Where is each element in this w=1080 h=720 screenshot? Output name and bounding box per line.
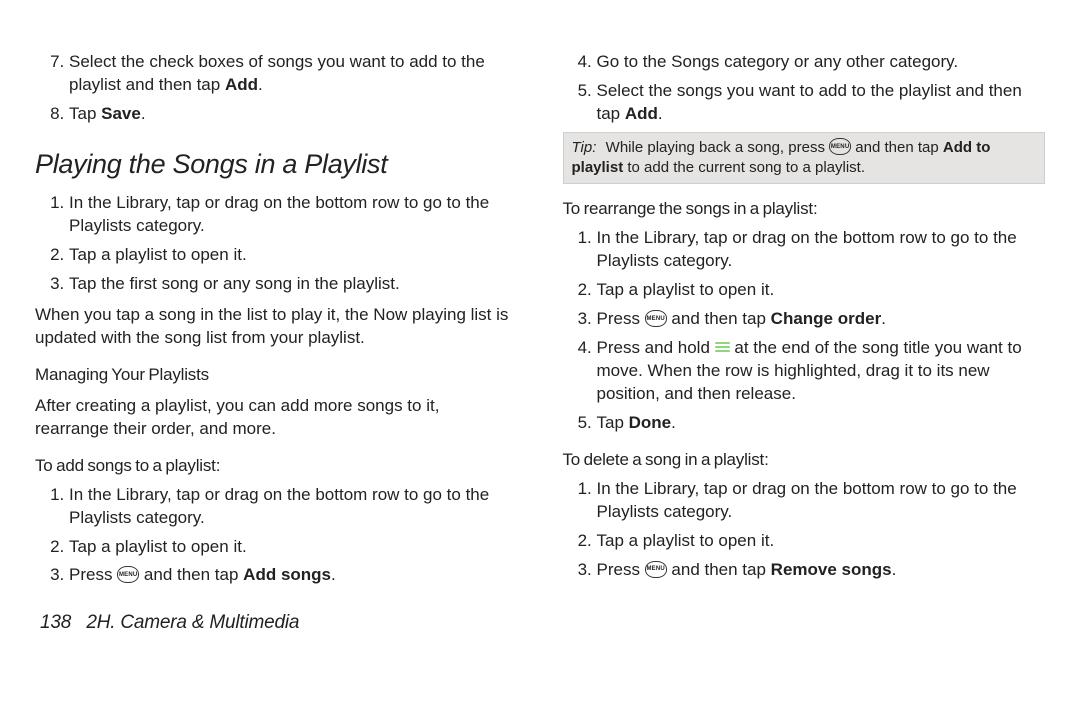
text: to add the current song to a playlist.	[623, 159, 865, 176]
add-songs-steps: In the Library, tap or drag on the botto…	[35, 484, 518, 588]
text: and then tap	[667, 309, 771, 328]
re-step-4: Press and hold at the end of the song ti…	[597, 337, 1046, 406]
menu-icon: MENU	[645, 561, 667, 578]
rearrange-heading: To rearrange the songs in a playlist:	[563, 198, 1046, 221]
tip-label: Tip:	[572, 138, 602, 158]
tip-box: Tip: While playing back a song, press ME…	[563, 132, 1046, 185]
text: Press	[597, 309, 645, 328]
add-step-5: Select the songs you want to add to the …	[597, 80, 1046, 126]
bold: Add songs	[243, 565, 331, 584]
text: and then tap	[667, 560, 771, 579]
add-songs-heading: To add songs to a playlist:	[35, 455, 518, 478]
text: Press	[597, 560, 645, 579]
text: Select the check boxes of songs you want…	[69, 52, 485, 94]
text: Press	[69, 565, 117, 584]
menu-icon: MENU	[829, 138, 851, 155]
managing-heading: Managing Your Playlists	[35, 364, 518, 387]
bold: Done	[629, 413, 672, 432]
managing-para: After creating a playlist, you can add m…	[35, 395, 518, 441]
delete-steps: In the Library, tap or drag on the botto…	[563, 478, 1046, 582]
section-title: 2H. Camera & Multimedia	[86, 612, 299, 633]
drag-handle-icon	[715, 340, 730, 354]
delete-heading: To delete a song in a playlist:	[563, 449, 1046, 472]
text: .	[671, 413, 676, 432]
steps-continued: Select the check boxes of songs you want…	[35, 51, 518, 126]
bold: Remove songs	[771, 560, 892, 579]
rearrange-steps: In the Library, tap or drag on the botto…	[563, 227, 1046, 435]
page-footer: 138 2H. Camera & Multimedia	[0, 610, 1080, 636]
playing-steps: In the Library, tap or drag on the botto…	[35, 192, 518, 296]
text: Press and hold	[597, 338, 715, 357]
text: Tap	[69, 104, 101, 123]
menu-icon: MENU	[645, 310, 667, 327]
text: and then tap	[851, 139, 943, 156]
text: .	[141, 104, 146, 123]
page-body: Select the check boxes of songs you want…	[0, 0, 1080, 610]
re-step-5: Tap Done.	[597, 412, 1046, 435]
play-step-3: Tap the first song or any song in the pl…	[69, 273, 518, 296]
text: While playing back a song, press	[606, 139, 829, 156]
text: and then tap	[139, 565, 243, 584]
del-step-1: In the Library, tap or drag on the botto…	[597, 478, 1046, 524]
bold: Save	[101, 104, 141, 123]
re-step-3: Press MENU and then tap Change order.	[597, 308, 1046, 331]
text: .	[258, 75, 263, 94]
text: .	[658, 104, 663, 123]
del-step-3: Press MENU and then tap Remove songs.	[597, 559, 1046, 582]
add-step-1: In the Library, tap or drag on the botto…	[69, 484, 518, 530]
now-playing-note: When you tap a song in the list to play …	[35, 304, 518, 350]
add-step-4: Go to the Songs category or any other ca…	[597, 51, 1046, 74]
heading-playing-songs: Playing the Songs in a Playlist	[35, 146, 518, 182]
text: .	[892, 560, 897, 579]
re-step-2: Tap a playlist to open it.	[597, 279, 1046, 302]
bold: Add	[625, 104, 658, 123]
text: .	[881, 309, 886, 328]
add-step-3: Press MENU and then tap Add songs.	[69, 564, 518, 587]
play-step-2: Tap a playlist to open it.	[69, 244, 518, 267]
bold: Add	[225, 75, 258, 94]
del-step-2: Tap a playlist to open it.	[597, 530, 1046, 553]
play-step-1: In the Library, tap or drag on the botto…	[69, 192, 518, 238]
add-step-2: Tap a playlist to open it.	[69, 536, 518, 559]
text: Tap	[597, 413, 629, 432]
menu-icon: MENU	[117, 566, 139, 583]
left-column: Select the check boxes of songs you want…	[35, 45, 518, 570]
page-number: 138	[40, 612, 71, 633]
re-step-1: In the Library, tap or drag on the botto…	[597, 227, 1046, 273]
text: .	[331, 565, 336, 584]
step-8: Tap Save.	[69, 103, 518, 126]
add-songs-steps-cont: Go to the Songs category or any other ca…	[563, 51, 1046, 126]
right-column: Go to the Songs category or any other ca…	[563, 45, 1046, 570]
bold: Change order	[771, 309, 882, 328]
step-7: Select the check boxes of songs you want…	[69, 51, 518, 97]
